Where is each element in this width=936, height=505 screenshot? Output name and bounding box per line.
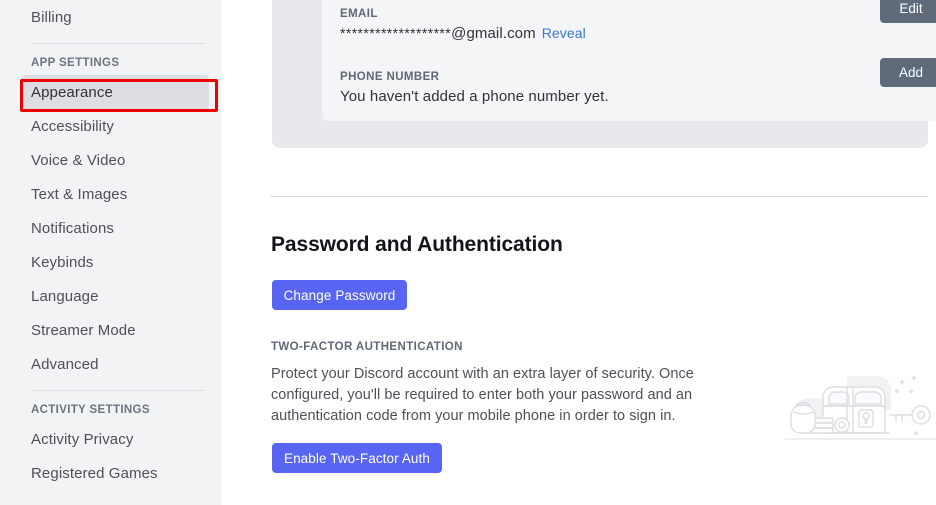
sidebar-section-app-settings: APP SETTINGS <box>31 57 120 69</box>
sidebar-item-label: Language <box>31 287 99 305</box>
sidebar-item-label: Notifications <box>31 219 115 237</box>
sidebar-item-label: Activity Privacy <box>31 430 134 448</box>
treasure-chest-illustration <box>785 376 936 440</box>
phone-field-row: PHONE NUMBER You haven't added a phone n… <box>340 71 928 105</box>
sidebar-item-accessibility[interactable]: Accessibility <box>21 109 209 143</box>
sidebar-item-billing[interactable]: Billing <box>21 0 209 34</box>
reveal-email-link[interactable]: Reveal <box>542 25 586 41</box>
sidebar-item-appearance[interactable]: Appearance <box>21 75 209 109</box>
sidebar-divider-2 <box>33 390 205 391</box>
sidebar-item-label: Voice & Video <box>31 151 126 169</box>
two-factor-authentication-label: TWO-FACTOR AUTHENTICATION <box>271 341 463 353</box>
account-info-card: EMAIL ******************* @gmail.com Reve… <box>322 0 936 121</box>
settings-page: Billing APP SETTINGS Appearance Accessib… <box>0 0 936 505</box>
email-field-row: EMAIL ******************* @gmail.com Reve… <box>340 8 928 42</box>
page-title-password-and-authentication: Password and Authentication <box>271 233 563 256</box>
sidebar-item-activity-privacy[interactable]: Activity Privacy <box>21 422 209 456</box>
settings-sidebar: Billing APP SETTINGS Appearance Accessib… <box>0 0 221 505</box>
sidebar-item-text-and-images[interactable]: Text & Images <box>21 177 209 211</box>
email-label: EMAIL <box>340 8 378 20</box>
sidebar-nav-list: Billing APP SETTINGS Appearance Accessib… <box>0 0 221 490</box>
sidebar-item-label: Billing <box>31 8 72 26</box>
sidebar-item-language[interactable]: Language <box>21 279 209 313</box>
sidebar-item-advanced[interactable]: Advanced <box>21 347 209 381</box>
sidebar-item-label: Registered Games <box>31 464 158 482</box>
sidebar-item-label: Accessibility <box>31 117 114 135</box>
sidebar-item-keybinds[interactable]: Keybinds <box>21 245 209 279</box>
phone-label: PHONE NUMBER <box>340 71 440 83</box>
sidebar-section-activity-settings: ACTIVITY SETTINGS <box>31 404 150 416</box>
add-phone-button[interactable]: Add <box>880 58 936 87</box>
edit-email-button[interactable]: Edit <box>880 0 936 23</box>
sidebar-item-label: Keybinds <box>31 253 94 271</box>
sidebar-item-label: Text & Images <box>31 185 128 203</box>
change-password-button[interactable]: Change Password <box>272 280 407 310</box>
sidebar-divider-1 <box>33 43 205 44</box>
two-factor-description: Protect your Discord account with an ext… <box>271 366 694 424</box>
email-masked-text: ******************* <box>340 25 452 41</box>
enable-two-factor-auth-button[interactable]: Enable Two-Factor Auth <box>272 443 442 473</box>
sidebar-item-label: Streamer Mode <box>31 321 136 339</box>
sidebar-item-label: Appearance <box>31 83 113 101</box>
email-value: ******************* @gmail.com Reveal <box>340 25 928 42</box>
sidebar-item-label: Advanced <box>31 355 99 373</box>
section-divider <box>270 196 928 197</box>
settings-content: EMAIL ******************* @gmail.com Reve… <box>240 0 936 505</box>
sidebar-item-streamer-mode[interactable]: Streamer Mode <box>21 313 209 347</box>
sidebar-item-registered-games[interactable]: Registered Games <box>21 456 209 490</box>
sidebar-item-voice-and-video[interactable]: Voice & Video <box>21 143 209 177</box>
account-panel-outer: EMAIL ******************* @gmail.com Reve… <box>272 0 936 148</box>
sidebar-scrollbar-track[interactable] <box>224 0 456 505</box>
phone-value: You haven't added a phone number yet. <box>340 88 609 105</box>
sidebar-item-notifications[interactable]: Notifications <box>21 211 209 245</box>
email-domain-text: @gmail.com <box>451 25 536 42</box>
